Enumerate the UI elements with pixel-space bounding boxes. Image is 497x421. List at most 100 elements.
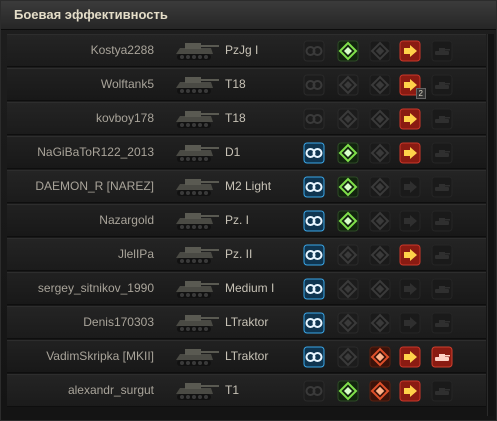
destroyed-icon[interactable] bbox=[431, 210, 453, 232]
spotted-icon[interactable] bbox=[303, 142, 325, 164]
kill-icon[interactable] bbox=[399, 278, 421, 300]
spotted-icon[interactable] bbox=[303, 40, 325, 62]
scrollbar[interactable] bbox=[487, 34, 494, 416]
destroyed-icon[interactable] bbox=[431, 108, 453, 130]
damage-icon[interactable] bbox=[337, 142, 359, 164]
tank-icon bbox=[173, 310, 223, 336]
tank-name: LTraktor bbox=[225, 349, 269, 363]
list-item: kovboy178 T18 bbox=[7, 102, 486, 135]
damage-icon[interactable] bbox=[337, 380, 359, 402]
damage-icon[interactable] bbox=[337, 346, 359, 368]
critical-hit-icon[interactable] bbox=[369, 176, 391, 198]
critical-hit-icon[interactable] bbox=[369, 380, 391, 402]
critical-hit-icon[interactable] bbox=[369, 142, 391, 164]
spotted-icon[interactable] bbox=[303, 108, 325, 130]
spotted-icon[interactable] bbox=[303, 380, 325, 402]
damage-icon[interactable] bbox=[337, 278, 359, 300]
tank-name: T18 bbox=[225, 111, 246, 125]
tank-icon bbox=[173, 208, 223, 234]
list-item: JlelIPa Pz. II bbox=[7, 238, 486, 271]
critical-hit-icon[interactable] bbox=[369, 210, 391, 232]
kill-icon[interactable]: 2 bbox=[399, 74, 426, 99]
player-name: Denis170303 bbox=[83, 315, 154, 329]
tank-name: Pz. I bbox=[225, 213, 250, 227]
kill-icon[interactable] bbox=[399, 108, 421, 130]
destroyed-icon[interactable] bbox=[431, 278, 453, 300]
list-item: alexandr_surgut T1 bbox=[7, 374, 486, 407]
tank-icon bbox=[173, 344, 223, 370]
tank-icon bbox=[173, 106, 223, 132]
tank-name: Pz. II bbox=[225, 247, 253, 261]
destroyed-icon[interactable] bbox=[431, 380, 453, 402]
tank-name: M2 Light bbox=[225, 179, 272, 193]
damage-icon[interactable] bbox=[337, 108, 359, 130]
efficiency-list: Kostya2288 PzJg I Wolftank5 T18 2 kovboy… bbox=[7, 34, 486, 408]
list-item: VadimSkripka [MKII] LTraktor bbox=[7, 340, 486, 373]
tank-name: PzJg I bbox=[225, 43, 259, 57]
destroyed-icon[interactable] bbox=[431, 312, 453, 334]
destroyed-icon[interactable] bbox=[431, 74, 453, 96]
list-item: Denis170303 LTraktor bbox=[7, 306, 486, 339]
critical-hit-icon[interactable] bbox=[369, 244, 391, 266]
tank-name: LTraktor bbox=[225, 315, 269, 329]
kill-icon[interactable] bbox=[399, 380, 421, 402]
list-item: Nazargold Pz. I bbox=[7, 204, 486, 237]
kill-icon[interactable] bbox=[399, 244, 421, 266]
list-item: NaGiBaToR122_2013 D1 bbox=[7, 136, 486, 169]
player-name: DAEMON_R [NAREZ] bbox=[35, 179, 154, 193]
kill-icon[interactable] bbox=[399, 176, 421, 198]
player-name: kovboy178 bbox=[95, 111, 154, 125]
destroyed-icon[interactable] bbox=[431, 40, 453, 62]
player-name: Kostya2288 bbox=[90, 43, 154, 57]
kill-icon[interactable] bbox=[399, 346, 421, 368]
destroyed-icon[interactable] bbox=[431, 176, 453, 198]
kill-icon[interactable] bbox=[399, 142, 421, 164]
destroyed-icon[interactable] bbox=[431, 346, 453, 368]
kill-icon[interactable] bbox=[399, 312, 421, 334]
critical-hit-icon[interactable] bbox=[369, 40, 391, 62]
critical-hit-icon[interactable] bbox=[369, 278, 391, 300]
tank-icon bbox=[173, 72, 223, 98]
destroyed-icon[interactable] bbox=[431, 142, 453, 164]
critical-hit-icon[interactable] bbox=[369, 74, 391, 96]
player-name: Nazargold bbox=[99, 213, 154, 227]
spotted-icon[interactable] bbox=[303, 176, 325, 198]
list-item: DAEMON_R [NAREZ] M2 Light bbox=[7, 170, 486, 203]
tank-icon bbox=[173, 38, 223, 64]
spotted-icon[interactable] bbox=[303, 210, 325, 232]
spotted-icon[interactable] bbox=[303, 74, 325, 96]
player-name: NaGiBaToR122_2013 bbox=[37, 145, 154, 159]
damage-icon[interactable] bbox=[337, 312, 359, 334]
spotted-icon[interactable] bbox=[303, 346, 325, 368]
damage-icon[interactable] bbox=[337, 244, 359, 266]
list-item: Kostya2288 PzJg I bbox=[7, 34, 486, 67]
damage-icon[interactable] bbox=[337, 176, 359, 198]
critical-hit-icon[interactable] bbox=[369, 312, 391, 334]
window-titlebar[interactable]: Боевая эффективность bbox=[1, 1, 496, 30]
kill-icon[interactable] bbox=[399, 40, 421, 62]
tank-name: T1 bbox=[225, 383, 240, 397]
player-name: sergey_sitnikov_1990 bbox=[37, 281, 154, 295]
tank-icon bbox=[173, 140, 223, 166]
player-name: VadimSkripka [MKII] bbox=[46, 349, 154, 363]
player-name: JlelIPa bbox=[117, 247, 154, 261]
tank-name: T18 bbox=[225, 77, 246, 91]
tank-icon bbox=[173, 174, 223, 200]
destroyed-icon[interactable] bbox=[431, 244, 453, 266]
damage-icon[interactable] bbox=[337, 40, 359, 62]
critical-hit-icon[interactable] bbox=[369, 108, 391, 130]
tank-name: Medium I bbox=[225, 281, 275, 295]
player-name: alexandr_surgut bbox=[67, 383, 154, 397]
spotted-icon[interactable] bbox=[303, 278, 325, 300]
spotted-icon[interactable] bbox=[303, 244, 325, 266]
spotted-icon[interactable] bbox=[303, 312, 325, 334]
damage-icon[interactable] bbox=[337, 210, 359, 232]
list-item: Wolftank5 T18 2 bbox=[7, 68, 486, 101]
damage-icon[interactable] bbox=[337, 74, 359, 96]
critical-hit-icon[interactable] bbox=[369, 346, 391, 368]
kill-count-badge: 2 bbox=[415, 88, 426, 99]
battle-efficiency-window: Боевая эффективность Kostya2288 PzJg I W… bbox=[0, 0, 497, 421]
kill-icon[interactable] bbox=[399, 210, 421, 232]
tank-icon bbox=[173, 276, 223, 302]
player-name: Wolftank5 bbox=[100, 77, 154, 91]
